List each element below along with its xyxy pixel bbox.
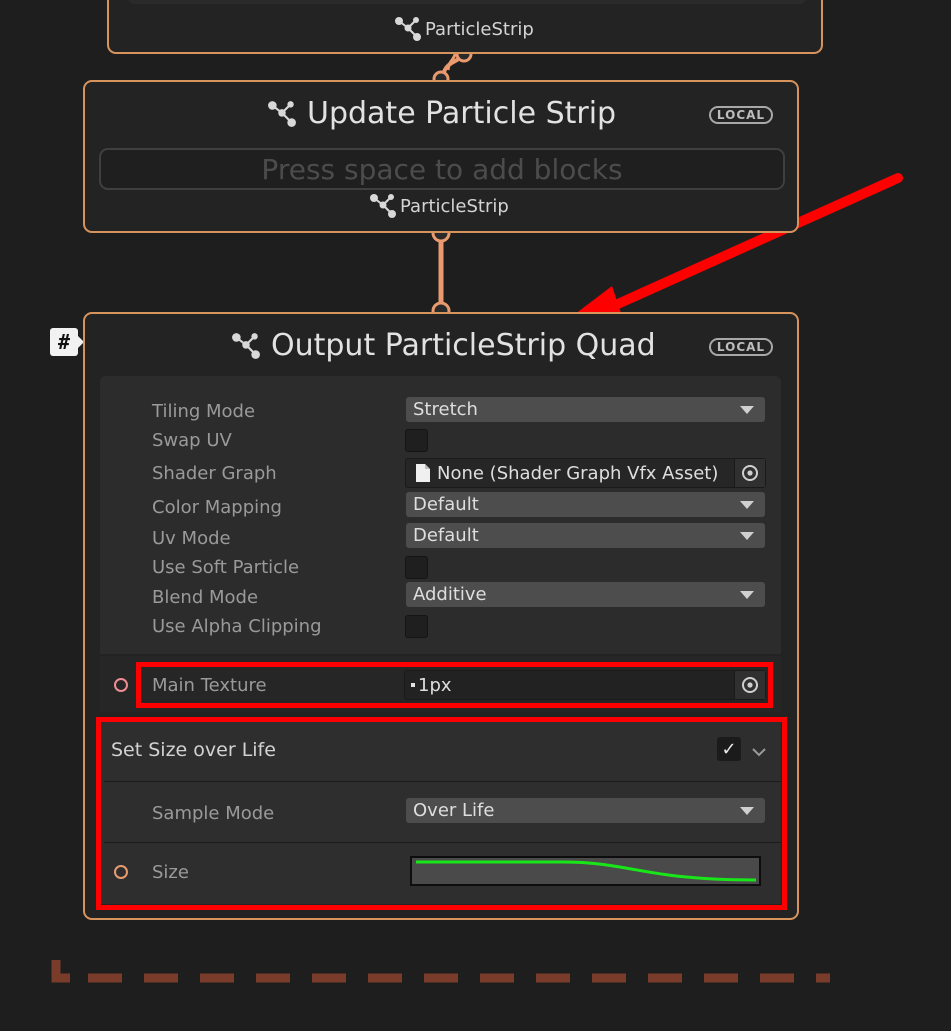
local-space-badge[interactable]: LOCAL — [709, 338, 773, 356]
file-icon — [416, 464, 430, 482]
tiling-mode-value: Stretch — [413, 399, 478, 420]
top-node[interactable]: ParticleStrip — [107, 0, 823, 54]
node-title: Output ParticleStrip Quad — [271, 328, 656, 363]
add-blocks-area[interactable]: Press space to add blocks — [99, 148, 785, 190]
color-mapping-value: Default — [413, 494, 479, 515]
blend-mode-value: Additive — [413, 584, 487, 605]
shader-graph-value: None (Shader Graph Vfx Asset) — [437, 462, 719, 484]
use-alpha-clipping-checkbox[interactable] — [405, 615, 428, 638]
dropdown-caret-icon — [740, 405, 754, 414]
particle-system-icon — [268, 100, 296, 127]
sticky-note-badge[interactable]: # — [50, 328, 78, 356]
swap-uv-checkbox[interactable] — [405, 429, 428, 452]
particle-system-icon — [395, 17, 421, 41]
particle-system-icon — [232, 332, 260, 359]
main-texture-input-port[interactable] — [114, 678, 128, 692]
swap-uv-label: Swap UV — [152, 430, 232, 451]
use-soft-particle-label: Use Soft Particle — [152, 557, 300, 578]
highlight-set-size-block — [96, 717, 787, 910]
top-node-field — [127, 0, 807, 4]
color-mapping-label: Color Mapping — [152, 497, 282, 518]
local-space-badge[interactable]: LOCAL — [709, 106, 773, 124]
blend-mode-dropdown[interactable]: Additive — [406, 582, 765, 607]
node-title-row: Update Particle Strip — [267, 96, 616, 131]
highlight-main-texture — [136, 662, 773, 708]
uv-mode-value: Default — [413, 525, 479, 546]
shader-graph-field[interactable]: None (Shader Graph Vfx Asset) — [405, 458, 766, 488]
tiling-mode-dropdown[interactable]: Stretch — [406, 397, 765, 422]
node-title-row: Output ParticleStrip Quad — [231, 328, 656, 363]
uv-mode-dropdown[interactable]: Default — [406, 523, 765, 548]
use-soft-particle-checkbox[interactable] — [405, 556, 428, 579]
color-mapping-dropdown[interactable]: Default — [406, 492, 765, 517]
dropdown-caret-icon — [740, 590, 754, 599]
object-picker-icon[interactable] — [734, 459, 765, 487]
blend-mode-label: Blend Mode — [152, 587, 259, 608]
tiling-mode-label: Tiling Mode — [152, 401, 256, 422]
particle-system-icon — [370, 194, 396, 218]
node-title: Update Particle Strip — [307, 96, 617, 131]
particle-type-label: ParticleStrip — [394, 15, 534, 43]
particle-type-text: ParticleStrip — [400, 195, 509, 217]
shader-graph-label: Shader Graph — [152, 463, 277, 484]
particle-type-label: ParticleStrip — [369, 192, 509, 220]
use-alpha-clipping-label: Use Alpha Clipping — [152, 616, 322, 637]
dropdown-caret-icon — [740, 500, 754, 509]
particle-type-text: ParticleStrip — [425, 18, 534, 40]
uv-mode-label: Uv Mode — [152, 528, 231, 549]
update-particle-strip-node[interactable]: Update Particle Strip LOCAL Press space … — [83, 80, 799, 233]
dropdown-caret-icon — [740, 531, 754, 540]
